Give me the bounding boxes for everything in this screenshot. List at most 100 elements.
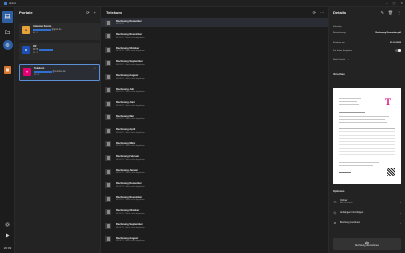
rail-item-portals[interactable]	[2, 40, 13, 50]
document-row[interactable]: Rechnung Dezember 08.12.22	[101, 18, 328, 28]
documents-title: Telekom	[106, 10, 122, 15]
detail-value[interactable]: Rechnung Dezember.pdf	[375, 32, 401, 34]
portal-email: @t-online.de	[34, 71, 66, 73]
document-subtitle: 08.11.22 · Noch nicht abgelesen	[116, 36, 145, 39]
play-icon[interactable]	[5, 233, 10, 238]
portal-name: Amazon Konto	[33, 25, 52, 28]
portals-title: Portale	[19, 10, 33, 15]
document-row[interactable]: Rechnung November 08.11.21 · Noch nicht a…	[101, 194, 328, 203]
more-icon[interactable]: ⋯	[320, 10, 324, 15]
document-subtitle: 08.09.21 · Noch nicht abgelesen	[116, 226, 145, 229]
chevron-down-icon: ⌄	[347, 59, 350, 61]
gear-icon[interactable]	[5, 222, 10, 227]
portal-card-telekom[interactable]: T Telekom @t-online.de 38 / 6 ⌃	[19, 64, 100, 81]
download-button[interactable]: Rechnung übernehmen	[333, 238, 401, 250]
amazon-logo-icon: a	[22, 26, 30, 34]
document-row[interactable]: Rechnung November 08.11.22 · Noch nicht a…	[101, 32, 328, 41]
pdf-file-icon	[105, 155, 111, 162]
rail-item-folders[interactable]	[2, 26, 13, 38]
refresh-icon[interactable]: ⟳	[313, 10, 316, 15]
detail-value[interactable]: 21.12.2022	[390, 42, 401, 44]
portal-count: 38 / 6	[34, 74, 40, 76]
detail-label: Kalender	[333, 26, 342, 28]
detail-label: Erhalten am	[333, 42, 345, 44]
portal-card-amazon[interactable]: a Amazon Konto @gmx.de 84 / 1	[19, 23, 100, 40]
document-row[interactable]: Rechnung September 08.09.22 · Noch nicht …	[101, 59, 328, 68]
document-row[interactable]: Rechnung Oktober 08.10.22 · Noch nicht ab…	[101, 45, 328, 54]
option-attachments[interactable]: ⎘ Anhängen hinzufügen ›	[333, 209, 401, 216]
document-subtitle: 08.12.22	[116, 23, 124, 26]
pdf-file-icon	[105, 73, 111, 80]
document-row[interactable]: Rechnung Oktober 08.10.21 · Noch nicht ab…	[101, 208, 328, 217]
maximize-button[interactable]: ▢	[393, 1, 396, 5]
pdf-file-icon	[105, 168, 111, 175]
edit-icon[interactable]: ✎	[381, 10, 384, 15]
telekom-logo-icon: T	[23, 68, 31, 76]
detail-row-inbox: Für Inbox freigeben	[333, 49, 401, 52]
document-row[interactable]: Rechnung August 08.08.21 · Noch nicht abg…	[101, 235, 328, 244]
document-row[interactable]: Rechnung März 08.03.22 · Noch nicht abgel…	[101, 140, 328, 149]
minimize-button[interactable]: –	[386, 1, 388, 5]
app-title: ablero	[9, 1, 17, 5]
more-details-label: Mehr Details	[333, 58, 346, 61]
chevron-right-icon: ›	[400, 210, 401, 215]
detail-row-name: Bezeichnung Rechnung Dezember.pdf	[333, 32, 401, 34]
app-tile-icon	[6, 68, 9, 72]
document-row[interactable]: Rechnung Juni 08.06.22 · Noch nicht abgel…	[101, 99, 328, 108]
document-preview[interactable]: T	[333, 88, 401, 184]
document-subtitle: 08.01.22 · Noch nicht abgelesen	[116, 172, 145, 175]
more-icon[interactable]: ⋮	[397, 10, 401, 15]
globe-icon	[5, 43, 10, 47]
document-subtitle: 08.08.21 · Noch nicht abgelesen	[116, 240, 145, 243]
details-title: Details	[333, 10, 347, 15]
portal-count: 84 / 1	[33, 32, 39, 34]
detail-label: Für Inbox freigeben	[333, 49, 352, 52]
document-title: Rechnung Juni	[116, 101, 135, 105]
pdf-file-icon	[105, 87, 111, 94]
chart-icon	[365, 241, 369, 245]
folder-icon: ▭	[333, 199, 337, 204]
download-button-label: Rechnung übernehmen	[354, 245, 379, 248]
documents-header: Telekom ⟳ ⋯	[101, 7, 328, 18]
document-subtitle: 08.07.22 · Noch nicht abgelesen	[116, 91, 145, 94]
document-row[interactable]: Rechnung September 08.09.21 · Noch nicht …	[101, 221, 328, 230]
more-details[interactable]: Mehr Details ⌄	[333, 58, 401, 62]
document-subtitle: 08.03.22 · Noch nicht abgelesen	[116, 145, 145, 148]
telekom-logo: T	[384, 97, 391, 107]
window-controls: – ▢ ✕	[386, 1, 403, 5]
document-row[interactable]: Rechnung Juli 08.07.22 · Noch nicht abgel…	[101, 86, 328, 95]
document-title: Rechnung Dezember	[116, 19, 142, 23]
pdf-file-icon	[105, 209, 111, 216]
detail-label: Bezeichnung	[333, 32, 346, 34]
rail-item-app[interactable]	[4, 66, 11, 74]
document-title: Rechnung September	[116, 223, 143, 226]
document-row[interactable]: Rechnung August 08.08.22 · Noch nicht abg…	[101, 72, 328, 81]
close-button[interactable]: ✕	[400, 1, 403, 5]
document-row[interactable]: Rechnung April 08.04.22 · Noch nicht abge…	[101, 126, 328, 135]
option-booking[interactable]: ⇄ Buchung zuordnen ›	[333, 219, 401, 226]
collapse-icon[interactable]: ⌃	[93, 67, 96, 71]
document-row[interactable]: Rechnung Januar 08.01.22 · Noch nicht abg…	[101, 167, 328, 176]
clock-time: 20:09	[3, 246, 12, 250]
title-bar: ablero – ▢ ✕	[0, 0, 405, 7]
document-row[interactable]: Rechnung Dezember 08.12.21 · Noch nicht a…	[101, 181, 328, 190]
document-row[interactable]: Rechnung Mai 08.05.22 · Noch nicht abgele…	[101, 113, 328, 122]
document-subtitle: 08.10.22 · Noch nicht abgelesen	[116, 50, 145, 53]
rail-item-overview[interactable]: Übersicht	[2, 11, 13, 23]
option-folder[interactable]: ▭ Ordner Alle Dokumente ›	[333, 198, 401, 205]
document-title: Rechnung November	[116, 33, 143, 37]
detail-row-calendar: Kalender	[333, 26, 401, 28]
document-title: Rechnung April	[116, 128, 136, 132]
inbox-icon	[5, 14, 10, 18]
document-row[interactable]: Rechnung Februar 08.02.22 · Noch nicht ab…	[101, 154, 328, 163]
document-subtitle: 08.08.22 · Noch nicht abgelesen	[116, 77, 145, 80]
pdf-file-icon	[105, 46, 111, 53]
add-icon[interactable]: +	[94, 10, 96, 15]
o2-logo-icon: O	[22, 46, 30, 54]
trash-icon[interactable]: 🗑	[388, 10, 393, 15]
portal-card-o2[interactable]: O O2 0176 62 / 5	[19, 43, 100, 60]
refresh-icon[interactable]: ⟳	[86, 10, 89, 15]
portal-name: O2	[33, 45, 37, 48]
inbox-toggle[interactable]	[395, 49, 401, 52]
documents-panel: Telekom ⟳ ⋯ Rechnung Dezember 08.12.22 Rec…	[101, 7, 329, 253]
